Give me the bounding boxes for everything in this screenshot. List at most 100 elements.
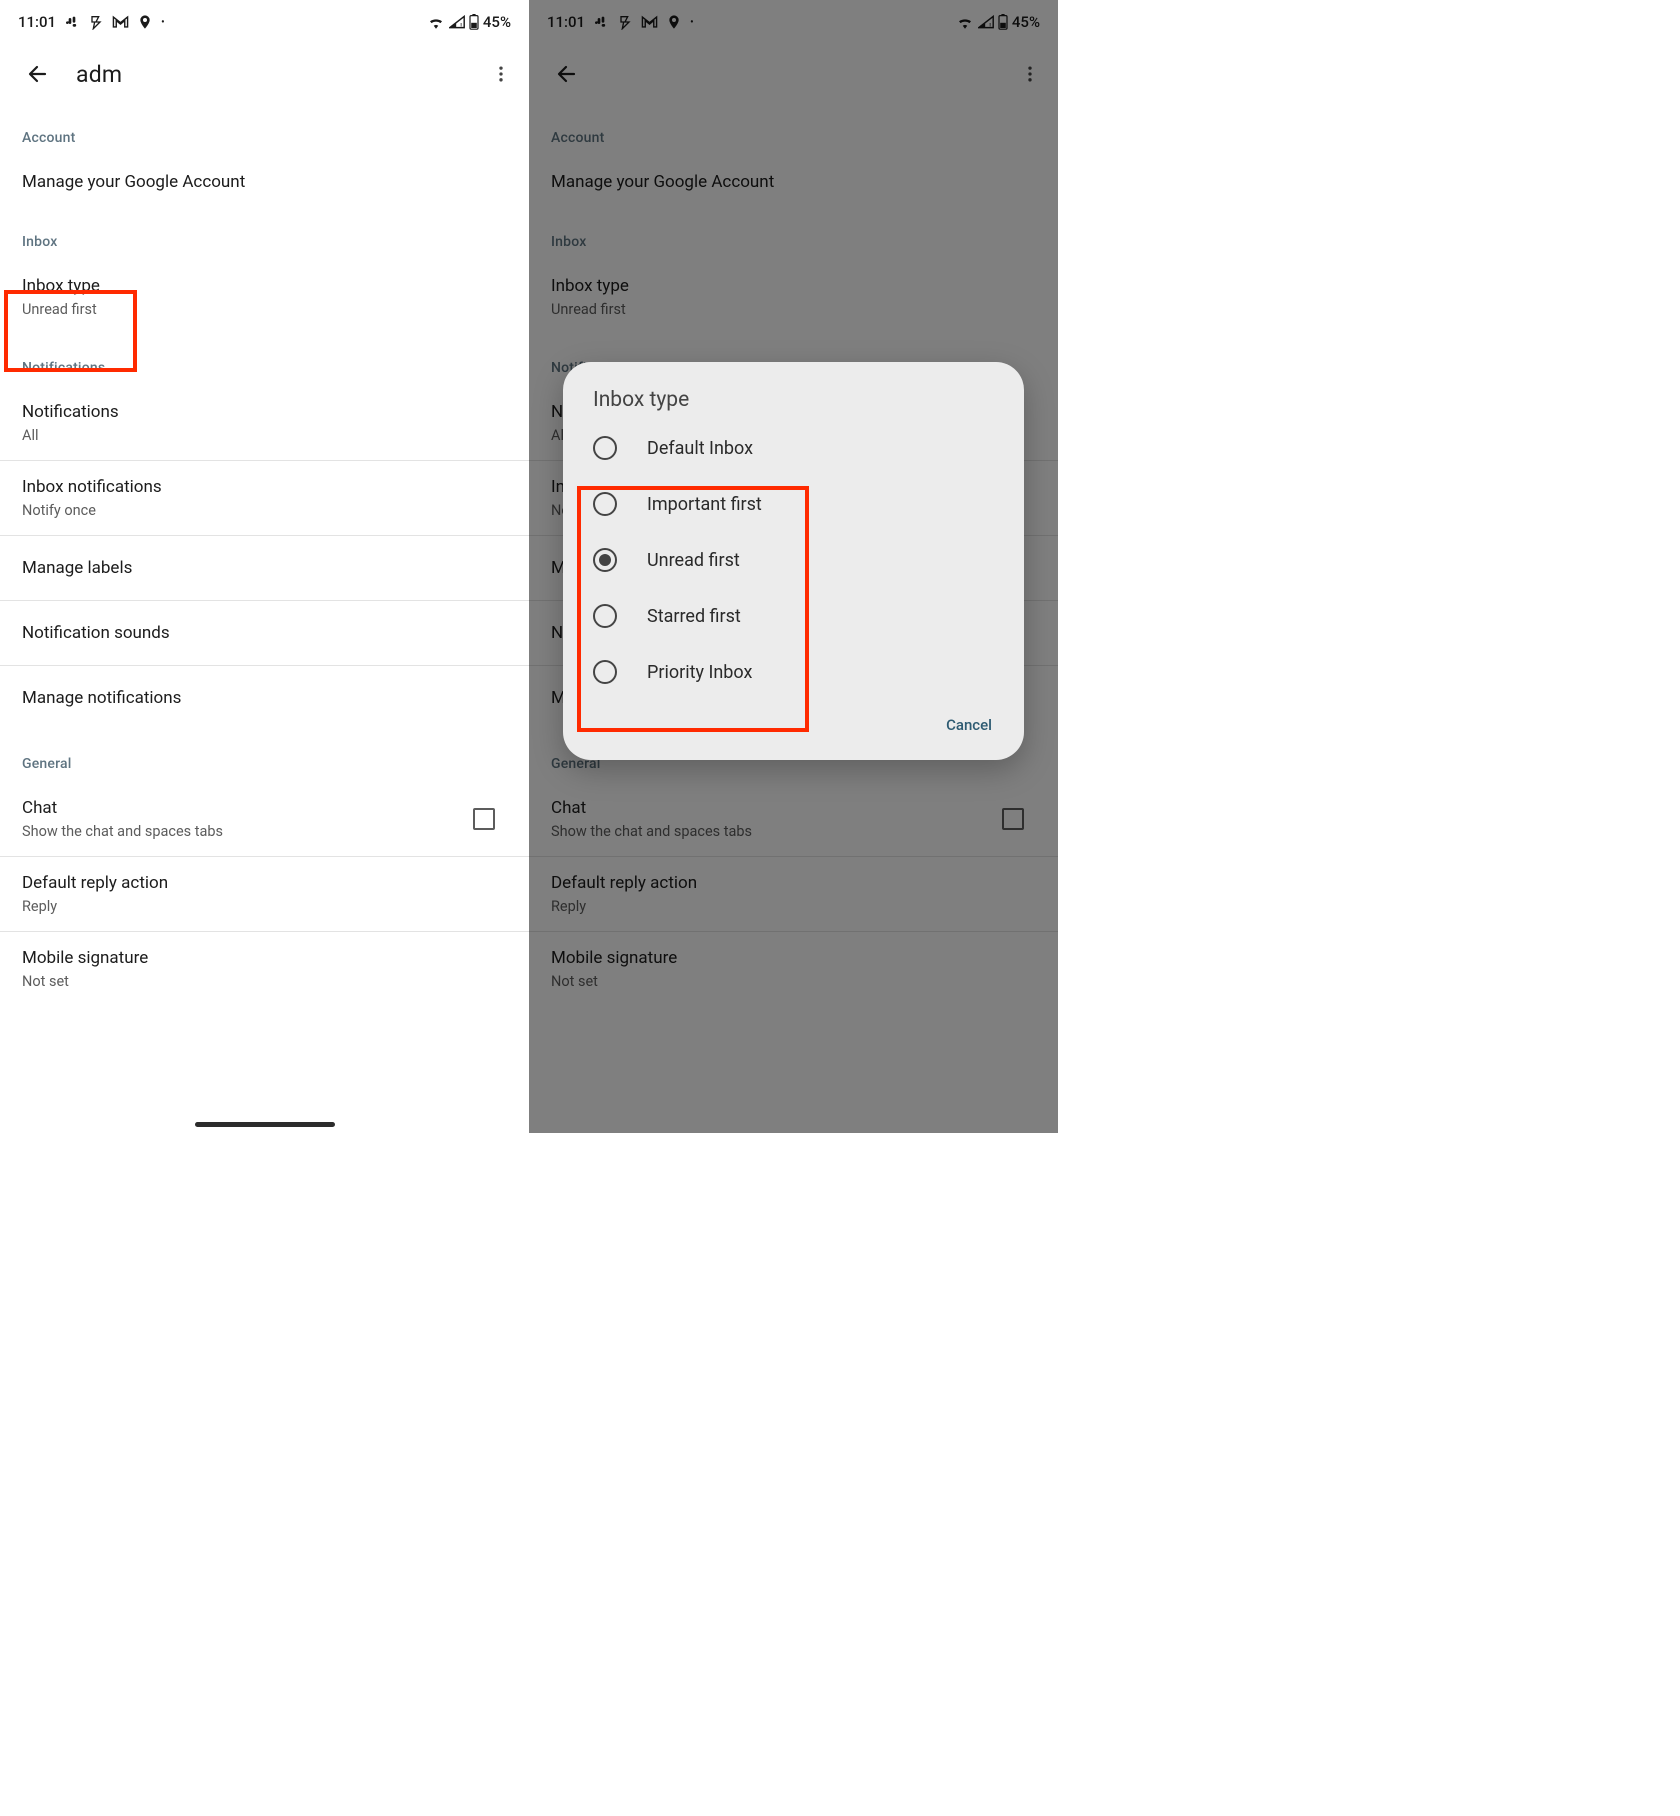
- radio-default-inbox[interactable]: Default Inbox: [563, 420, 1024, 476]
- manage-labels-row[interactable]: Manage labels: [0, 536, 529, 600]
- notification-sounds-row[interactable]: Notification sounds: [0, 601, 529, 665]
- wifi-icon: [427, 15, 445, 29]
- inbox-notifications-title: Inbox notifications: [22, 475, 507, 499]
- svg-text:!: !: [460, 22, 462, 29]
- chat-title: Chat: [22, 796, 473, 820]
- signal-icon: !: [449, 15, 465, 29]
- status-time: 11:01: [547, 13, 585, 31]
- battery-percent: 45%: [1012, 13, 1040, 31]
- screen-settings-left: 11:01 • ! 45% adm Account Manage your Go…: [0, 0, 529, 1133]
- radio-icon-selected: [593, 548, 617, 572]
- back-button[interactable]: [547, 54, 587, 94]
- app-bar: adm: [0, 44, 529, 104]
- radio-icon: [593, 660, 617, 684]
- manage-notifications-row[interactable]: Manage notifications: [0, 666, 529, 730]
- mobile-signature-title: Mobile signature: [22, 946, 507, 970]
- radio-icon: [593, 604, 617, 628]
- battery-percent: 45%: [483, 13, 511, 31]
- back-button[interactable]: [18, 54, 58, 94]
- radio-unread-first[interactable]: Unread first: [563, 532, 1024, 588]
- section-general-label: General: [0, 730, 529, 782]
- status-right: ! 45%: [956, 13, 1040, 31]
- notifications-title: Notifications: [22, 400, 507, 424]
- inbox-notifications-row[interactable]: Inbox notifications Notify once: [0, 461, 529, 535]
- status-right: ! 45%: [427, 13, 511, 31]
- slack-icon: [64, 14, 80, 30]
- navigation-pill[interactable]: [195, 1122, 335, 1127]
- app-icon-2: [617, 14, 633, 30]
- location-icon: [137, 14, 153, 30]
- radio-label: Unread first: [647, 550, 740, 571]
- section-inbox-label: Inbox: [0, 208, 529, 260]
- default-reply-title: Default reply action: [22, 871, 507, 895]
- cancel-button[interactable]: Cancel: [940, 708, 998, 742]
- radio-label: Important first: [647, 494, 762, 515]
- radio-important-first[interactable]: Important first: [563, 476, 1024, 532]
- inbox-type-dialog: Inbox type Default Inbox Important first…: [563, 362, 1024, 760]
- radio-icon: [593, 492, 617, 516]
- manage-account-title: Manage your Google Account: [22, 170, 507, 194]
- status-bar: 11:01 • ! 45%: [0, 0, 529, 44]
- dialog-actions: Cancel: [563, 700, 1024, 746]
- chat-sub: Show the chat and spaces tabs: [551, 822, 1002, 842]
- status-time: 11:01: [18, 13, 56, 31]
- inbox-type-title: Inbox type: [22, 274, 507, 298]
- manage-account-title: Manage your Google Account: [551, 170, 1036, 194]
- radio-starred-first[interactable]: Starred first: [563, 588, 1024, 644]
- gmail-icon: [641, 15, 658, 29]
- chat-row[interactable]: Chat Show the chat and spaces tabs: [0, 782, 529, 856]
- manage-notifications-title: Manage notifications: [22, 686, 507, 710]
- battery-icon: [469, 14, 479, 30]
- notifications-sub: All: [22, 426, 507, 446]
- section-notifications-label: Notifications: [0, 334, 529, 386]
- overflow-menu-button[interactable]: [481, 54, 521, 94]
- default-reply-row[interactable]: Default reply action Reply: [529, 857, 1058, 931]
- default-reply-row[interactable]: Default reply action Reply: [0, 857, 529, 931]
- inbox-notifications-sub: Notify once: [22, 501, 507, 521]
- wifi-icon: [956, 15, 974, 29]
- default-reply-sub: Reply: [22, 897, 507, 917]
- manage-google-account-row[interactable]: Manage your Google Account: [0, 156, 529, 208]
- section-inbox-label: Inbox: [529, 208, 1058, 260]
- svg-text:!: !: [989, 22, 991, 29]
- inbox-type-title: Inbox type: [551, 274, 1036, 298]
- chat-checkbox[interactable]: [1002, 808, 1024, 830]
- default-reply-title: Default reply action: [551, 871, 1036, 895]
- screen-settings-right: 11:01 • ! 45% Account Manage your Google…: [529, 0, 1058, 1133]
- radio-label: Priority Inbox: [647, 662, 752, 683]
- chat-checkbox[interactable]: [473, 808, 495, 830]
- notifications-row[interactable]: Notifications All: [0, 386, 529, 460]
- battery-icon: [998, 14, 1008, 30]
- mobile-signature-row[interactable]: Mobile signature Not set: [529, 932, 1058, 1006]
- app-bar: [529, 44, 1058, 104]
- status-left: 11:01 •: [18, 13, 165, 31]
- mobile-signature-sub: Not set: [551, 972, 1036, 992]
- radio-label: Default Inbox: [647, 438, 753, 459]
- radio-priority-inbox[interactable]: Priority Inbox: [563, 644, 1024, 700]
- overflow-menu-button[interactable]: [1010, 54, 1050, 94]
- status-dot: •: [161, 17, 165, 28]
- manage-labels-title: Manage labels: [22, 556, 507, 580]
- notification-sounds-title: Notification sounds: [22, 621, 507, 645]
- section-account-label: Account: [0, 104, 529, 156]
- inbox-type-sub: Unread first: [22, 300, 507, 320]
- status-dot: •: [690, 17, 694, 28]
- chat-row[interactable]: Chat Show the chat and spaces tabs: [529, 782, 1058, 856]
- status-bar: 11:01 • ! 45%: [529, 0, 1058, 44]
- inbox-type-row[interactable]: Inbox type Unread first: [529, 260, 1058, 334]
- location-icon: [666, 14, 682, 30]
- page-title: adm: [76, 61, 481, 88]
- mobile-signature-title: Mobile signature: [551, 946, 1036, 970]
- app-icon-2: [88, 14, 104, 30]
- status-left: 11:01 •: [547, 13, 694, 31]
- manage-google-account-row[interactable]: Manage your Google Account: [529, 156, 1058, 208]
- chat-sub: Show the chat and spaces tabs: [22, 822, 473, 842]
- default-reply-sub: Reply: [551, 897, 1036, 917]
- dialog-title: Inbox type: [563, 388, 1024, 420]
- signal-icon: !: [978, 15, 994, 29]
- section-account-label: Account: [529, 104, 1058, 156]
- navigation-pill[interactable]: [724, 1122, 864, 1127]
- mobile-signature-sub: Not set: [22, 972, 507, 992]
- inbox-type-row[interactable]: Inbox type Unread first: [0, 260, 529, 334]
- mobile-signature-row[interactable]: Mobile signature Not set: [0, 932, 529, 1006]
